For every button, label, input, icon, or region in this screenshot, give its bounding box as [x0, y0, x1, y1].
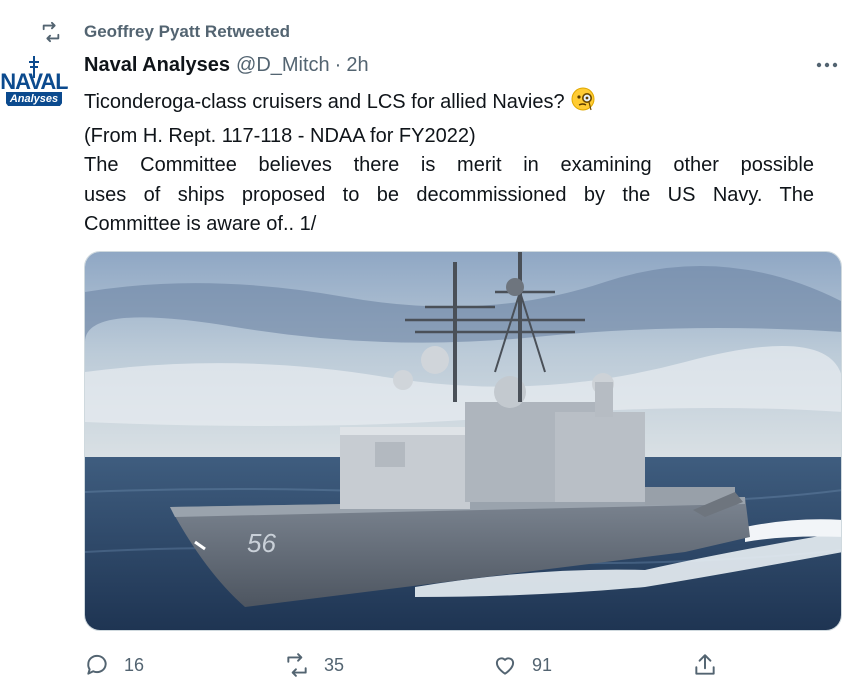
tweet-header: Naval Analyses @D_Mitch · 2h — [84, 51, 369, 79]
tweet-line-3: The Committee believes there is merit in… — [84, 154, 814, 176]
tweet-line-2: (From H. Rept. 117-118 - NDAA for FY2022… — [84, 124, 476, 147]
retweet-button[interactable]: 35 — [284, 648, 344, 682]
reply-button[interactable]: 16 — [84, 648, 144, 682]
share-icon — [695, 654, 715, 675]
tweet-text: Ticonderoga-class cruisers and LCS for a… — [84, 86, 814, 240]
retweet-count: 35 — [324, 654, 345, 675]
author-name[interactable]: Naval Analyses — [84, 54, 230, 77]
tweet-line-1-text: Ticonderoga-class cruisers and LCS for a… — [84, 91, 565, 113]
tweet-line-5: Committee is aware of.. 1/ — [84, 213, 317, 235]
hull-number: 56 — [247, 528, 276, 558]
author-handle[interactable]: @D_Mitch — [236, 54, 330, 77]
avatar-mast-icon — [29, 56, 39, 78]
more-icon — [816, 62, 838, 68]
like-count: 91 — [532, 654, 553, 675]
retweet-banner[interactable]: Geoffrey Pyatt Retweeted — [40, 20, 290, 44]
retweet-icon — [40, 21, 62, 43]
tweet-image[interactable]: 56 — [84, 251, 842, 631]
tweet-timestamp[interactable]: 2h — [346, 54, 368, 77]
like-button[interactable]: 91 — [492, 648, 552, 682]
tweet-line-4: uses of ships proposed to be decommissio… — [84, 183, 814, 206]
share-button[interactable] — [692, 648, 718, 682]
retweet-action-icon — [287, 653, 307, 677]
tweet-actions: 16 35 91 — [84, 648, 824, 684]
monocle-face-icon — [571, 86, 597, 122]
avatar[interactable]: NAVAL Analyses — [0, 50, 68, 118]
tweet-line-1: Ticonderoga-class cruisers and LCS for a… — [84, 86, 814, 122]
retweet-label[interactable]: Geoffrey Pyatt Retweeted — [84, 22, 290, 42]
warship-photo: 56 — [85, 252, 841, 630]
header-separator: · — [334, 53, 342, 76]
reply-icon — [87, 654, 107, 675]
heart-icon — [495, 657, 515, 675]
more-options-button[interactable] — [812, 53, 842, 77]
avatar-text-analyses: Analyses — [5, 92, 63, 106]
reply-count: 16 — [124, 654, 145, 675]
